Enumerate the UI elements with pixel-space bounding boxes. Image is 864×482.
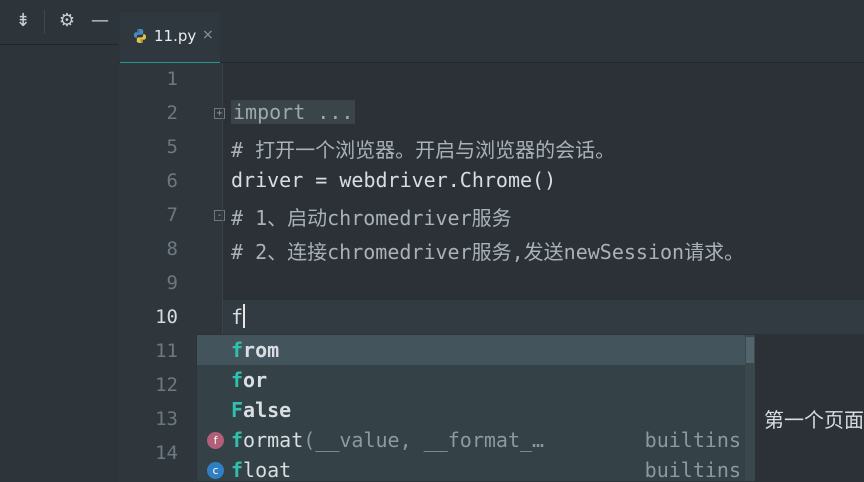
completion-location: builtins xyxy=(644,428,741,452)
gear-icon[interactable]: ⚙ xyxy=(56,10,78,32)
code-line-10[interactable]: f xyxy=(231,304,246,329)
completion-item-from[interactable]: from xyxy=(197,335,745,365)
line-number: 14 xyxy=(155,442,178,464)
line-number: 13 xyxy=(155,408,178,430)
completion-location: builtins xyxy=(644,458,741,482)
completion-item-for[interactable]: for xyxy=(197,365,745,395)
code-line-6[interactable]: driver = webdriver.Chrome() xyxy=(231,168,556,192)
close-icon[interactable]: × xyxy=(202,27,214,43)
editor-tabbar: 11.py × xyxy=(118,0,864,64)
code-line-7[interactable]: # 1、启动chromedriver服务 xyxy=(231,202,512,231)
project-panel: ⇟ ⚙ — xyxy=(0,0,118,482)
line-number: 12 xyxy=(155,374,178,396)
line-number: 1 xyxy=(166,68,178,90)
line-number: 5 xyxy=(166,136,178,158)
tab-11-py[interactable]: 11.py × xyxy=(120,12,220,64)
completion-name: format(__value, __format_… xyxy=(231,428,545,452)
autocomplete-popup[interactable]: from for False f format(__value, __forma… xyxy=(196,334,756,482)
line-number: 11 xyxy=(155,340,178,362)
completion-name: for xyxy=(231,368,268,392)
completion-name: from xyxy=(231,338,280,362)
completion-item-false[interactable]: False xyxy=(197,395,745,425)
completion-item-float[interactable]: c float builtins xyxy=(197,455,745,482)
class-kind-icon: c xyxy=(207,462,224,479)
fold-end-icon[interactable]: - xyxy=(214,210,225,221)
fold-expand-icon[interactable]: + xyxy=(214,108,225,119)
current-line-highlight xyxy=(118,300,864,334)
typed-text: f xyxy=(231,305,244,329)
function-kind-icon: f xyxy=(207,432,224,449)
completion-name: float xyxy=(231,458,292,482)
obscured-text: 第一个页面 xyxy=(764,408,864,432)
popup-scrollbar[interactable] xyxy=(745,335,755,481)
line-number: 7 xyxy=(166,204,178,226)
python-file-icon xyxy=(134,29,146,43)
line-number: 2 xyxy=(166,102,178,124)
code-line-5[interactable]: # 打开一个浏览器。开启与浏览器的会话。 xyxy=(231,134,615,163)
line-number: 6 xyxy=(166,170,178,192)
tab-label: 11.py xyxy=(154,27,197,45)
collapse-all-icon[interactable]: ⇟ xyxy=(12,10,34,32)
popup-scroll-thumb[interactable] xyxy=(746,337,754,363)
panel-toolbar: ⇟ ⚙ — xyxy=(0,0,118,45)
code-line-2[interactable]: import ... xyxy=(231,100,356,124)
folded-imports[interactable]: import ... xyxy=(231,100,356,124)
toolbar-separator xyxy=(44,10,45,34)
line-number-active: 10 xyxy=(155,306,178,328)
completion-item-format[interactable]: f format(__value, __format_… builtins xyxy=(197,425,745,455)
completion-name: False xyxy=(231,398,292,422)
line-number: 8 xyxy=(166,238,178,260)
code-line-8[interactable]: # 2、连接chromedriver服务,发送newSession请求。 xyxy=(231,236,744,265)
minimize-icon[interactable]: — xyxy=(89,10,111,32)
text-cursor xyxy=(243,304,246,328)
line-number: 9 xyxy=(166,272,178,294)
